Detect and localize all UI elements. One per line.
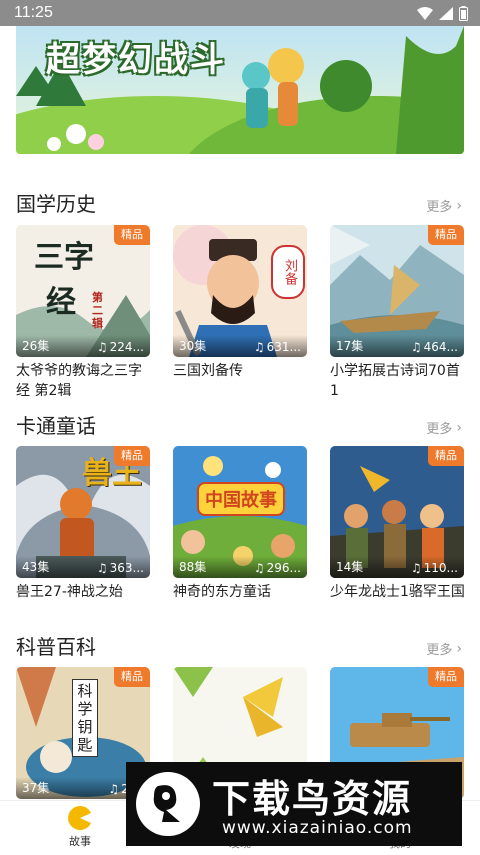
more-link-katong[interactable]: 更多 › xyxy=(426,418,462,438)
card-stats: 43集 ♫ 363... xyxy=(16,556,150,578)
chevron-right-icon: › xyxy=(456,197,462,214)
headphones-icon: ♫ xyxy=(253,561,265,575)
chevron-right-icon: › xyxy=(456,419,462,436)
episode-count: 17集 xyxy=(336,339,364,353)
album-card[interactable]: 三字 经 第二辑 精品 26集 ♫ 224... xyxy=(16,225,150,357)
watermark-url: www.xiazainiao.com xyxy=(222,818,413,838)
more-label: 更多 xyxy=(426,422,453,437)
wifi-icon xyxy=(417,7,433,20)
section-title-guoxue: 国学历史 xyxy=(16,192,96,216)
play-count: ♫ 464... xyxy=(411,340,458,354)
headphones-icon: ♫ xyxy=(410,340,422,354)
cover-text: 科学钥匙 xyxy=(72,679,98,757)
card-title[interactable]: 兽王27-神战之始 xyxy=(16,582,154,602)
album-card[interactable]: 精品 14集 ♫ 110... xyxy=(330,446,464,578)
status-icons xyxy=(417,6,468,21)
card-title[interactable]: 太爷爷的教诲之三字经 第2辑 xyxy=(16,361,154,401)
episode-count: 43集 xyxy=(22,560,50,574)
signal-icon xyxy=(439,7,453,20)
episode-count: 88集 xyxy=(179,560,207,574)
premium-badge: 精品 xyxy=(428,446,464,466)
album-card[interactable]: 兽王 精品 43集 ♫ 363... xyxy=(16,446,150,578)
cover-text: 刘备 xyxy=(271,245,305,299)
cover-text: 中国故事 xyxy=(197,482,285,516)
card-title[interactable]: 三国刘备传 xyxy=(173,361,311,381)
premium-badge: 精品 xyxy=(114,667,150,687)
section-title-kepu: 科普百科 xyxy=(16,635,96,659)
premium-badge: 精品 xyxy=(428,225,464,245)
card-title[interactable]: 少年龙战士1骆罕王国 xyxy=(330,582,468,602)
section-title-katong: 卡通童话 xyxy=(16,414,96,438)
play-count-value: 363... xyxy=(109,561,144,575)
play-count: ♫ 110... xyxy=(411,561,458,575)
play-count-value: 631... xyxy=(266,340,301,354)
headphones-icon: ♫ xyxy=(410,561,422,575)
card-stats: 14集 ♫ 110... xyxy=(330,556,464,578)
more-link-guoxue[interactable]: 更多 › xyxy=(426,196,462,216)
headphones-icon: ♫ xyxy=(96,340,108,354)
play-count: ♫ 631... xyxy=(254,340,301,354)
status-time: 11:25 xyxy=(14,4,53,21)
play-count-value: 224... xyxy=(109,340,144,354)
card-stats: 30集 ♫ 631... xyxy=(173,335,307,357)
watermark-overlay: 下载鸟资源 www.xiazainiao.com xyxy=(126,762,462,846)
banner-carousel[interactable]: 超梦幻战斗 xyxy=(16,26,464,154)
tab-story[interactable]: 故事 xyxy=(40,805,120,849)
card-stats: 88集 ♫ 296... xyxy=(173,556,307,578)
play-count-value: 464... xyxy=(423,340,458,354)
more-link-kepu[interactable]: 更多 › xyxy=(426,639,462,659)
cover-text: 第二辑 xyxy=(92,291,103,330)
card-stats: 26集 ♫ 224... xyxy=(16,335,150,357)
card-title[interactable]: 小学拓展古诗词70首 1 xyxy=(330,361,468,401)
episode-count: 26集 xyxy=(22,339,50,353)
play-count: ♫ 224... xyxy=(97,340,144,354)
banner-title: 超梦幻战斗 xyxy=(46,40,226,80)
more-label: 更多 xyxy=(426,200,453,215)
album-card[interactable]: 精品 17集 ♫ 464... xyxy=(330,225,464,357)
premium-badge: 精品 xyxy=(114,225,150,245)
headphones-icon: ♫ xyxy=(108,782,120,796)
watermark-text: 下载鸟资源 xyxy=(212,777,413,821)
play-count: ♫ 363... xyxy=(97,561,144,575)
cover-text: 三字 xyxy=(34,240,94,275)
more-label: 更多 xyxy=(426,643,453,658)
headphones-icon: ♫ xyxy=(253,340,265,354)
tab-label: 故事 xyxy=(69,835,91,848)
album-card[interactable]: 刘备 30集 ♫ 631... xyxy=(173,225,307,357)
play-count-value: 296... xyxy=(266,561,301,575)
cover-text: 经 xyxy=(46,285,76,320)
story-tab-icon xyxy=(68,805,91,830)
episode-count: 37集 xyxy=(22,781,50,795)
chevron-right-icon: › xyxy=(456,640,462,657)
episode-count: 30集 xyxy=(179,339,207,353)
play-count-value: 110... xyxy=(423,561,458,575)
status-bar: 11:25 xyxy=(0,0,480,26)
album-card[interactable]: 中国故事 88集 ♫ 296... xyxy=(173,446,307,578)
card-title[interactable]: 神奇的东方童话 xyxy=(173,582,311,602)
battery-icon xyxy=(459,6,468,21)
card-stats: 17集 ♫ 464... xyxy=(330,335,464,357)
play-count: ♫ 296... xyxy=(254,561,301,575)
headphones-icon: ♫ xyxy=(96,561,108,575)
episode-count: 14集 xyxy=(336,560,364,574)
watermark-logo-icon xyxy=(136,772,200,836)
premium-badge: 精品 xyxy=(428,667,464,687)
premium-badge: 精品 xyxy=(114,446,150,466)
